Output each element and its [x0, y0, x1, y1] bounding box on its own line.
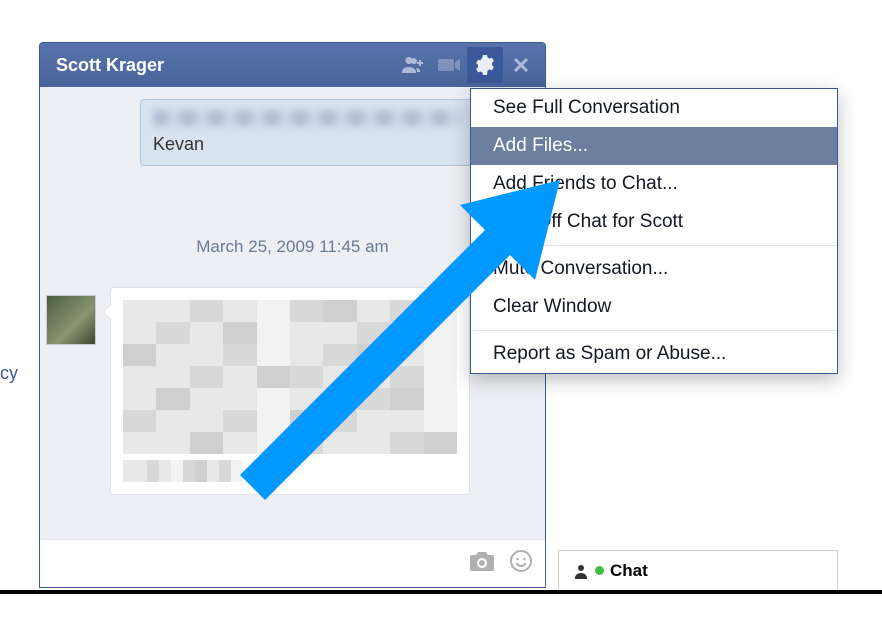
- online-status-dot: [595, 566, 604, 575]
- menu-separator: [471, 245, 837, 246]
- menu-mute-conversation[interactable]: Mute Conversation...: [471, 250, 837, 288]
- chat-options-menu: See Full Conversation Add Files... Add F…: [470, 88, 838, 374]
- gear-icon[interactable]: [467, 47, 503, 83]
- redacted-text: [153, 110, 462, 126]
- chat-header[interactable]: Scott Krager: [40, 43, 545, 87]
- quoted-sender-name: Kevan: [153, 134, 462, 155]
- menu-separator: [471, 330, 837, 331]
- message-bubble: [110, 287, 470, 495]
- chat-sidebar-tab[interactable]: Chat: [558, 550, 838, 590]
- chat-tab-label: Chat: [610, 561, 648, 581]
- redacted-message-tail: [123, 460, 243, 482]
- add-people-icon[interactable]: [395, 47, 431, 83]
- quoted-message: Kevan: [140, 99, 475, 166]
- menu-add-friends[interactable]: Add Friends to Chat...: [471, 165, 837, 203]
- cutoff-link-text: cy: [0, 363, 18, 384]
- redacted-message: [123, 300, 457, 454]
- chat-header-actions: [395, 47, 539, 83]
- menu-turn-off-chat[interactable]: Turn Off Chat for Scott: [471, 203, 837, 241]
- screenshot-bottom-edge: [0, 590, 882, 594]
- chat-input-bar[interactable]: [40, 539, 545, 587]
- menu-clear-window[interactable]: Clear Window: [471, 288, 837, 326]
- menu-see-full-conversation[interactable]: See Full Conversation: [471, 89, 837, 127]
- emoji-icon[interactable]: [509, 549, 533, 578]
- camera-icon[interactable]: [469, 550, 495, 577]
- menu-report-spam[interactable]: Report as Spam or Abuse...: [471, 335, 837, 373]
- chat-contact-name: Scott Krager: [56, 55, 395, 76]
- close-icon[interactable]: [503, 47, 539, 83]
- person-icon: [573, 563, 589, 579]
- sender-avatar[interactable]: [46, 295, 96, 345]
- menu-add-files[interactable]: Add Files...: [471, 127, 837, 165]
- video-call-icon[interactable]: [431, 47, 467, 83]
